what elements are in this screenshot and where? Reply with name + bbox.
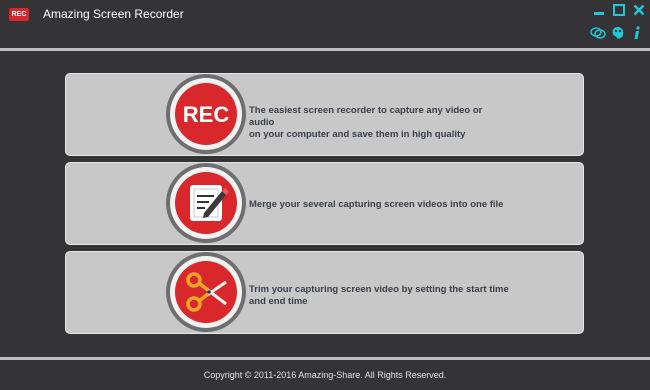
trim-feature-text: Trim your capturing screen video by sett… bbox=[249, 284, 509, 307]
merge-feature-text: Merge your several capturing screen vide… bbox=[249, 199, 504, 210]
trim-feature-card[interactable]: Trim your capturing screen video by sett… bbox=[65, 251, 584, 334]
maximize-button[interactable] bbox=[612, 4, 626, 18]
close-button[interactable] bbox=[632, 4, 646, 18]
rec-icon: REC bbox=[166, 74, 246, 154]
app-logo: REC bbox=[9, 8, 29, 21]
minimize-button[interactable] bbox=[592, 4, 606, 18]
skin-button[interactable] bbox=[610, 26, 626, 40]
feedback-icon bbox=[590, 27, 606, 39]
top-divider bbox=[0, 48, 650, 51]
app-title: Amazing Screen Recorder bbox=[43, 7, 184, 21]
skin-icon bbox=[612, 27, 624, 39]
merge-feature-card[interactable]: Merge your several capturing screen vide… bbox=[65, 162, 584, 245]
record-feature-text: The easiest screen recorder to capture a… bbox=[249, 105, 483, 140]
close-icon bbox=[633, 4, 645, 16]
trim-icon bbox=[166, 252, 246, 332]
bottom-divider bbox=[0, 357, 650, 360]
feedback-button[interactable] bbox=[590, 26, 606, 40]
minimize-icon bbox=[594, 12, 604, 15]
title-bar: REC Amazing Screen Recorder bbox=[0, 0, 650, 48]
rec-icon-text: REC bbox=[183, 102, 230, 127]
info-icon bbox=[634, 26, 640, 39]
copyright-footer: Copyright © 2011-2016 Amazing-Share. All… bbox=[203, 370, 447, 380]
merge-icon bbox=[166, 163, 246, 243]
maximize-icon bbox=[613, 4, 625, 16]
info-button[interactable] bbox=[631, 26, 647, 40]
record-feature-card[interactable]: REC The easiest screen recorder to captu… bbox=[65, 73, 584, 156]
